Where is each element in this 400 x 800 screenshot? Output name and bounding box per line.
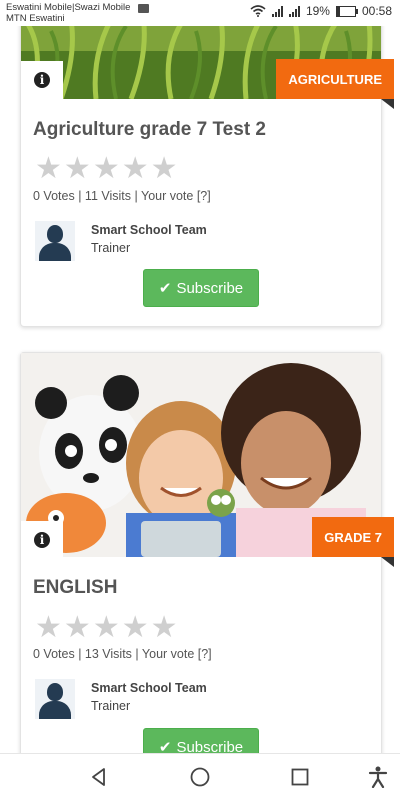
star-icon[interactable]: ★ (93, 613, 120, 643)
battery-icon (335, 5, 358, 17)
separator: | (134, 189, 138, 203)
status-bar: Eswatini Mobile|Swazi Mobile MTN Eswatin… (0, 0, 400, 26)
course-stats: 0 Votes | 13 Visits | Your vote [?] (33, 647, 212, 661)
badge-fold (381, 99, 394, 109)
course-stats: 0 Votes | 11 Visits | Your vote [?] (33, 189, 211, 203)
image-icon (138, 4, 150, 13)
separator: | (78, 647, 82, 661)
votes-count: 0 Votes (33, 647, 75, 661)
star-icon[interactable]: ★ (122, 154, 149, 184)
course-card[interactable]: i AGRICULTURE Agriculture grade 7 Test 2… (20, 0, 394, 327)
star-icon[interactable]: ★ (35, 154, 62, 184)
trainer-role: Trainer (91, 241, 131, 255)
home-icon[interactable] (189, 766, 211, 788)
back-icon[interactable] (88, 766, 110, 788)
avatar (35, 679, 75, 719)
trainer-name[interactable]: Smart School Team (91, 223, 207, 237)
star-icon[interactable]: ★ (122, 613, 149, 643)
battery-percent: 19% (305, 4, 330, 18)
separator: | (78, 189, 82, 203)
star-icon[interactable]: ★ (35, 613, 62, 643)
avatar (35, 221, 75, 261)
votes-count: 0 Votes (33, 189, 75, 203)
course-title[interactable]: Agriculture grade 7 Test 2 (33, 119, 266, 141)
subscribe-label: Subscribe (176, 279, 244, 297)
accessibility-icon[interactable] (367, 766, 389, 788)
info-icon[interactable]: i (21, 61, 63, 99)
star-icon[interactable]: ★ (151, 613, 178, 643)
star-icon[interactable]: ★ (64, 613, 91, 643)
visits-count: 11 Visits (84, 189, 132, 203)
carrier-line-2: MTN Eswatini (6, 13, 65, 24)
your-vote-link[interactable]: Your vote [?] (141, 189, 211, 203)
info-icon[interactable]: i (21, 521, 63, 559)
signal-icon (271, 5, 283, 17)
star-icon[interactable]: ★ (64, 154, 91, 184)
category-badge[interactable]: GRADE 7 (312, 517, 394, 557)
category-badge[interactable]: AGRICULTURE (276, 59, 394, 99)
subscribe-button[interactable]: ✔ Subscribe (143, 269, 259, 307)
trainer-role: Trainer (91, 699, 131, 713)
trainer-name[interactable]: Smart School Team (91, 681, 207, 695)
signal-icon (288, 5, 300, 17)
rating-stars[interactable]: ★ ★ ★ ★ ★ (35, 613, 178, 643)
rating-stars[interactable]: ★ ★ ★ ★ ★ (35, 154, 178, 184)
separator: | (135, 647, 139, 661)
clock: 00:58 (361, 4, 392, 18)
recents-icon[interactable] (289, 766, 311, 788)
course-title[interactable]: ENGLISH (33, 577, 117, 599)
star-icon[interactable]: ★ (151, 154, 178, 184)
star-icon[interactable]: ★ (93, 154, 120, 184)
badge-fold (381, 557, 394, 567)
carrier-line-1: Eswatini Mobile|Swazi Mobile (6, 2, 131, 13)
check-icon: ✔ (158, 280, 172, 297)
page: Eswatini Mobile|Swazi Mobile MTN Eswatin… (0, 0, 400, 800)
your-vote-link[interactable]: Your vote [?] (142, 647, 212, 661)
course-card[interactable]: i GRADE 7 ENGLISH ★ ★ ★ ★ ★ 0 Votes | 13… (20, 352, 394, 774)
navigation-bar (0, 753, 400, 800)
wifi-icon (250, 5, 266, 17)
visits-count: 13 Visits (84, 647, 132, 661)
